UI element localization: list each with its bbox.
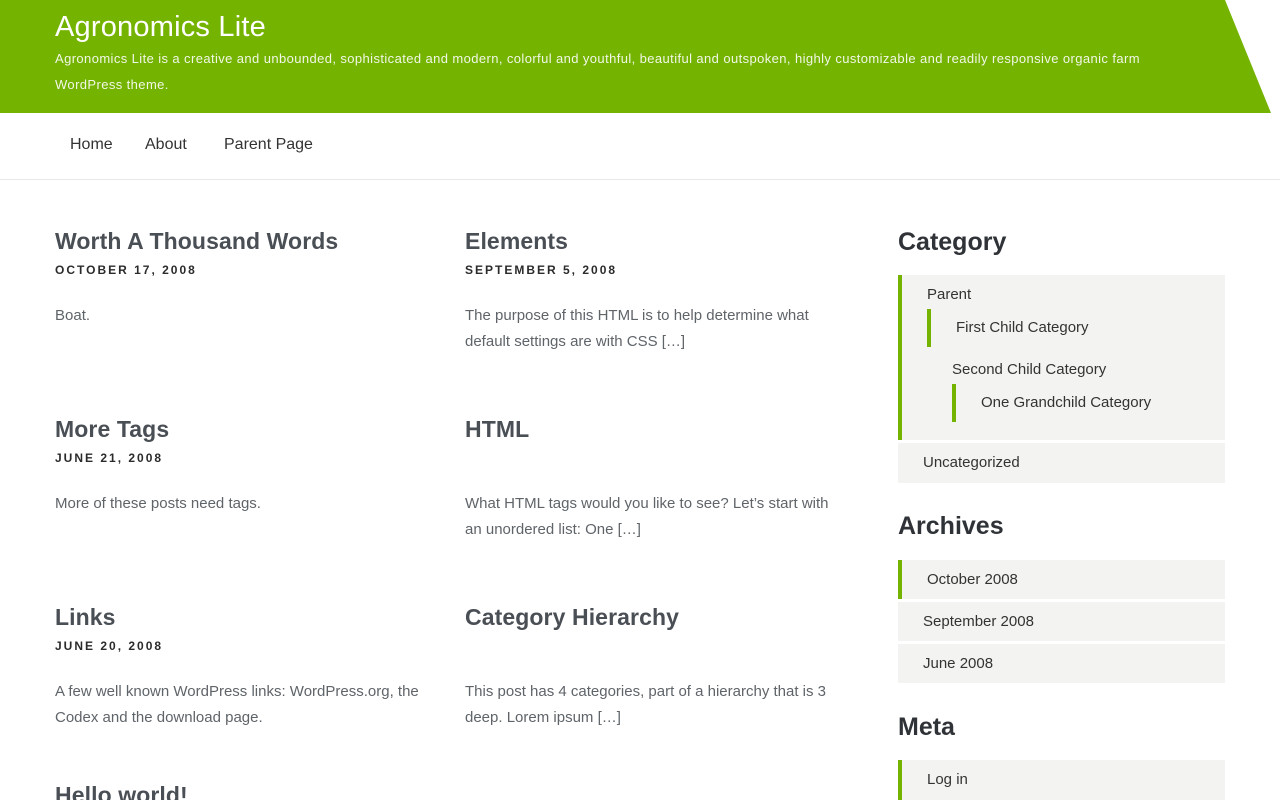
archive-list-item: October 2008 bbox=[898, 560, 1225, 599]
post-title[interactable]: Links bbox=[55, 604, 425, 631]
category-list-parent: Parent First Child Category Second Child… bbox=[898, 275, 1225, 440]
site-description: Agronomics Lite is a creative and unboun… bbox=[55, 51, 1140, 92]
category-item-parent[interactable]: Parent bbox=[927, 286, 971, 303]
archive-list-item: September 2008 bbox=[898, 602, 1225, 641]
site-header: Agronomics Lite Agronomics Lite is a cre… bbox=[0, 0, 1280, 113]
post-date: June 20, 2008 bbox=[55, 639, 164, 653]
post-title[interactable]: Worth A Thousand Words bbox=[55, 228, 425, 255]
category-list-item: Uncategorized bbox=[898, 443, 1225, 483]
post-title[interactable]: HTML bbox=[465, 416, 835, 443]
nav-item-about[interactable]: About bbox=[145, 136, 187, 154]
category-item-uncategorized[interactable]: Uncategorized bbox=[923, 454, 1020, 471]
post-card: Elements September 5, 2008 The purpose o… bbox=[465, 228, 835, 378]
widget-title-archives: Archives bbox=[898, 512, 1004, 540]
child-accent bbox=[927, 309, 931, 347]
archive-item-october-2008[interactable]: October 2008 bbox=[927, 571, 1018, 588]
category-item-second-child[interactable]: Second Child Category bbox=[952, 361, 1106, 378]
post-card: Hello world! bbox=[55, 782, 425, 800]
post-card: Category Hierarchy This post has 4 categ… bbox=[465, 604, 835, 754]
grandchild-accent bbox=[952, 384, 956, 422]
post-excerpt: This post has 4 categories, part of a hi… bbox=[465, 683, 827, 726]
post-title[interactable]: Hello world! bbox=[55, 782, 425, 800]
archive-item-september-2008[interactable]: September 2008 bbox=[923, 613, 1034, 630]
main-navigation: Home About Parent Page bbox=[0, 113, 1280, 180]
post-excerpt: Boat. bbox=[55, 307, 91, 324]
nav-item-parent-page[interactable]: Parent Page bbox=[224, 136, 313, 154]
archive-item-june-2008[interactable]: June 2008 bbox=[923, 655, 993, 672]
post-card: Worth A Thousand Words October 17, 2008 … bbox=[55, 228, 425, 378]
post-excerpt: The purpose of this HTML is to help dete… bbox=[465, 307, 809, 350]
post-card: More Tags June 21, 2008 More of these po… bbox=[55, 416, 425, 566]
post-card: HTML What HTML tags would you like to se… bbox=[465, 416, 835, 566]
post-excerpt: A few well known WordPress links: WordPr… bbox=[55, 683, 419, 726]
category-item-first-child[interactable]: First Child Category bbox=[956, 319, 1089, 336]
archive-list-item: June 2008 bbox=[898, 644, 1225, 683]
widget-title-category: Category bbox=[898, 228, 1007, 256]
post-card: Links June 20, 2008 A few well known Wor… bbox=[55, 604, 425, 754]
post-title[interactable]: Elements bbox=[465, 228, 835, 255]
post-date: September 5, 2008 bbox=[465, 263, 618, 277]
category-item-grandchild[interactable]: One Grandchild Category bbox=[981, 394, 1151, 411]
post-excerpt: What HTML tags would you like to see? Le… bbox=[465, 495, 829, 538]
post-date: October 17, 2008 bbox=[55, 263, 197, 277]
meta-item-log-in[interactable]: Log in bbox=[927, 771, 968, 788]
post-date: June 21, 2008 bbox=[55, 451, 164, 465]
post-excerpt: More of these posts need tags. bbox=[55, 495, 261, 512]
meta-list-item: Log in bbox=[898, 760, 1225, 800]
post-title[interactable]: Category Hierarchy bbox=[465, 604, 835, 631]
widget-title-meta: Meta bbox=[898, 713, 955, 741]
nav-item-home[interactable]: Home bbox=[70, 136, 113, 154]
post-title[interactable]: More Tags bbox=[55, 416, 425, 443]
site-title[interactable]: Agronomics Lite bbox=[55, 11, 266, 44]
